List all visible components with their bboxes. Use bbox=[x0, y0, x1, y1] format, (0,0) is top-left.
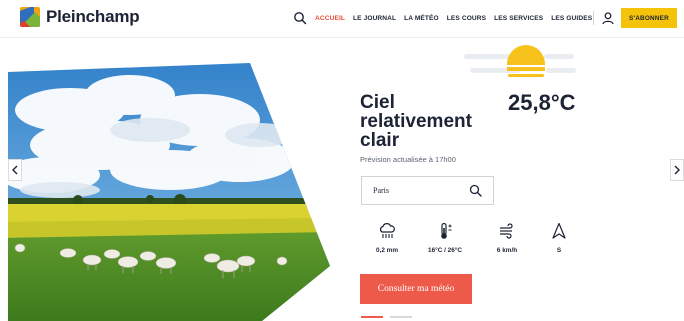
forecast-updated-time: Prévision actualisée à 17h00 bbox=[360, 155, 456, 164]
nav-item-services[interactable]: LES SERVICES bbox=[494, 15, 543, 22]
wind-icon bbox=[500, 223, 513, 239]
nav-item-journal[interactable]: LE JOURNAL bbox=[353, 15, 396, 22]
site-header: Pleinchamp ACCUEIL LE JOURNAL LA MÉTÉO L… bbox=[0, 0, 684, 38]
weather-condition-line: Ciel bbox=[360, 92, 395, 113]
chevron-right-icon bbox=[674, 165, 680, 175]
city-value[interactable]: Paris bbox=[373, 186, 389, 195]
nav-item-meteo[interactable]: LA MÉTÉO bbox=[404, 15, 439, 22]
brand-name: Pleinchamp bbox=[46, 7, 140, 26]
chevron-left-icon bbox=[12, 165, 18, 175]
carousel-next-button[interactable] bbox=[670, 159, 684, 181]
carousel-prev-button[interactable] bbox=[8, 159, 22, 181]
main-nav: ACCUEIL LE JOURNAL LA MÉTÉO LES COURS LE… bbox=[293, 0, 600, 36]
current-temperature: 25,8°C bbox=[508, 90, 576, 115]
hero-image bbox=[8, 63, 330, 321]
weather-condition: Ciel relativement clair bbox=[360, 93, 500, 150]
rain-cloud-icon bbox=[379, 223, 395, 238]
subscribe-button[interactable]: S'ABONNER bbox=[621, 8, 677, 28]
consult-weather-button[interactable]: Consulter ma météo bbox=[360, 274, 472, 304]
wind-direction-icon bbox=[552, 222, 566, 239]
metric-rain: 0,2 mm bbox=[362, 222, 412, 254]
nav-divider bbox=[593, 11, 594, 25]
metric-wind-direction: S bbox=[534, 222, 584, 254]
logo[interactable]: Pleinchamp bbox=[20, 7, 140, 27]
metric-wind-direction-value: S bbox=[556, 247, 562, 254]
search-icon[interactable] bbox=[469, 184, 482, 197]
metric-temperature-range-value: 16°C / 26°C bbox=[428, 247, 462, 254]
nav-item-cours[interactable]: LES COURS bbox=[447, 15, 486, 22]
carousel-indicator-active[interactable] bbox=[361, 316, 383, 318]
weather-condition-line: relativement bbox=[360, 111, 472, 132]
metric-temperature-range: 16°C / 26°C bbox=[420, 222, 470, 254]
user-account-icon[interactable] bbox=[601, 11, 615, 25]
thermometer-icon bbox=[441, 222, 452, 239]
weather-condition-line: clair bbox=[360, 130, 400, 151]
metric-wind-speed-value: 6 km/h bbox=[496, 247, 518, 254]
weather-metrics: 0,2 mm 16°C / 26°C 6 km/h S bbox=[362, 222, 592, 262]
metric-wind-speed: 6 km/h bbox=[482, 222, 532, 254]
partly-cloudy-icon bbox=[464, 45, 576, 77]
carousel-indicator[interactable] bbox=[390, 316, 412, 318]
city-search-field[interactable]: Paris bbox=[361, 176, 494, 205]
nav-item-guides[interactable]: LES GUIDES bbox=[551, 15, 592, 22]
metric-rain-value: 0,2 mm bbox=[375, 247, 399, 254]
search-icon[interactable] bbox=[293, 11, 307, 25]
nav-item-accueil[interactable]: ACCUEIL bbox=[315, 15, 345, 22]
logo-mark-icon bbox=[20, 7, 40, 27]
